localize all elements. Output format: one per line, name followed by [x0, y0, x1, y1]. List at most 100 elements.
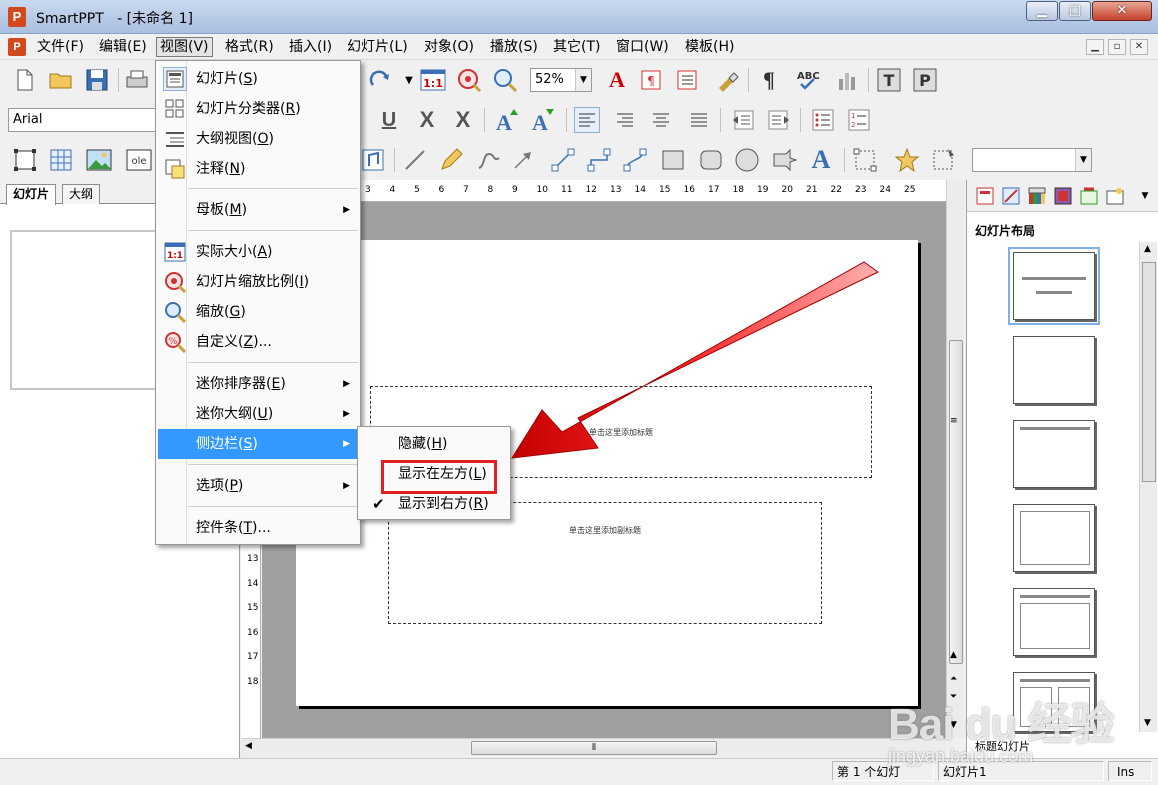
chevron-left-icon[interactable]: ◀ — [245, 741, 252, 751]
document-icon[interactable]: P — [8, 38, 26, 56]
zoom-ratio-icon[interactable] — [456, 67, 482, 93]
horizontal-scroll-thumb[interactable]: ⦀ — [471, 741, 717, 755]
menu-item-slide-sorter[interactable]: 幻灯片分类器(R) — [158, 94, 358, 124]
custom-shape-icon[interactable] — [930, 147, 956, 173]
table-icon[interactable] — [48, 147, 74, 173]
layout-blank[interactable] — [1013, 336, 1095, 404]
menu-template[interactable]: 模板(H) — [682, 37, 737, 57]
ellipse-tool-icon[interactable] — [734, 147, 760, 173]
menu-other[interactable]: 其它(T) — [550, 37, 603, 57]
word-art-icon[interactable]: A — [808, 145, 834, 174]
align-center-icon[interactable] — [648, 107, 674, 133]
decrease-font-icon[interactable]: A — [530, 107, 556, 133]
layout-title-only[interactable] — [1013, 420, 1095, 488]
tab-slides[interactable]: 幻灯片 — [6, 184, 57, 205]
open-folder-icon[interactable] — [48, 67, 74, 93]
menu-slide[interactable]: 幻灯片(L) — [344, 37, 411, 57]
tab-outline[interactable]: 大纲 — [62, 184, 101, 204]
layout-content-only[interactable] — [1013, 504, 1095, 572]
bullet-list-icon[interactable] — [674, 67, 700, 93]
rounded-rectangle-tool-icon[interactable] — [698, 147, 724, 173]
vertical-scroll-thumb[interactable] — [949, 340, 963, 664]
background-panel-icon[interactable] — [1053, 186, 1073, 206]
menu-item-custom-zoom[interactable]: % 自定义(Z)... — [158, 327, 358, 357]
actual-size-icon[interactable]: 1:1 — [420, 67, 446, 93]
close-button[interactable]: ✕ — [1092, 1, 1152, 21]
placeholder-icon[interactable]: P — [912, 67, 938, 93]
menu-item-zoom-ratio[interactable]: 幻灯片缩放比例(I) — [158, 267, 358, 297]
font-color-icon[interactable]: A — [604, 67, 630, 93]
double-strikethrough-icon[interactable]: X — [450, 107, 476, 133]
bulleted-list-icon[interactable] — [810, 107, 836, 133]
layout-scrollbar[interactable]: ▲ ▼ — [1139, 242, 1157, 732]
menu-file[interactable]: 文件(F) — [34, 37, 87, 57]
menu-item-mini-outline[interactable]: 迷你大纲(U) ▶ — [158, 399, 358, 429]
menu-item-slide[interactable]: 幻灯片(S) — [158, 64, 358, 94]
format-painter-icon[interactable] — [714, 67, 740, 93]
group-select-icon[interactable] — [852, 147, 878, 173]
paragraph-format-icon[interactable]: ¶ — [638, 67, 664, 93]
increase-indent-icon[interactable] — [766, 107, 792, 133]
frame-icon[interactable] — [12, 147, 38, 173]
menu-item-master[interactable]: 母板(M) ▶ — [158, 195, 358, 225]
pencil-tool-icon[interactable] — [438, 147, 464, 173]
text-box-icon[interactable]: T — [876, 67, 902, 93]
menu-item-actual-size[interactable]: 1:1 实际大小(A) — [158, 237, 358, 267]
menu-view[interactable]: 视图(V) — [156, 37, 213, 57]
chevron-up-icon[interactable]: ▲ — [950, 650, 957, 660]
subtitle-placeholder[interactable]: 单击这里添加副标题 — [388, 502, 822, 624]
curve-tool-icon[interactable] — [476, 147, 502, 173]
layout-title-slide[interactable] — [1008, 247, 1100, 325]
print-icon[interactable] — [124, 67, 150, 93]
save-icon[interactable] — [84, 67, 110, 93]
menu-object[interactable]: 对象(O) — [421, 37, 477, 57]
mdi-restore-button[interactable]: ▫ — [1108, 39, 1126, 55]
new-file-icon[interactable] — [12, 67, 38, 93]
menu-item-control-bar[interactable]: 控件条(T)... — [158, 513, 358, 543]
menu-play[interactable]: 播放(S) — [487, 37, 541, 57]
menu-item-options[interactable]: 选项(P) ▶ — [158, 471, 358, 501]
strikethrough-icon[interactable]: X — [414, 107, 440, 133]
layout-panel-icon[interactable] — [975, 186, 995, 206]
align-right-icon[interactable] — [612, 107, 638, 133]
color-scheme-icon[interactable] — [1027, 186, 1047, 206]
zoom-icon[interactable] — [492, 67, 518, 93]
font-name-combo[interactable]: Arial — [8, 108, 156, 132]
transition-panel-icon[interactable] — [1079, 186, 1099, 206]
elbow-connector-icon[interactable] — [586, 147, 612, 173]
menu-item-mini-sorter[interactable]: 迷你排序器(E) ▶ — [158, 369, 358, 399]
menu-edit[interactable]: 编辑(E) — [96, 37, 150, 57]
rectangle-tool-icon[interactable] — [660, 147, 686, 173]
media-icon[interactable] — [360, 147, 386, 173]
minimize-button[interactable]: ▁ — [1026, 1, 1058, 21]
menu-window[interactable]: 窗口(W) — [613, 37, 672, 57]
redo-dropdown-icon[interactable]: ▼ — [396, 67, 422, 93]
increase-font-icon[interactable]: A — [494, 107, 520, 133]
prev-slide-icon[interactable]: ⏶ — [950, 674, 957, 684]
justify-icon[interactable] — [686, 107, 712, 133]
chevron-down-icon[interactable]: ▼ — [1135, 186, 1155, 206]
horizontal-scrollbar[interactable]: ◀ ⦀ — [241, 738, 946, 756]
design-panel-icon[interactable] — [1001, 186, 1021, 206]
chevron-up-icon[interactable]: ▲ — [1144, 244, 1151, 254]
show-formatting-icon[interactable]: ¶ — [756, 67, 782, 93]
mdi-minimize-button[interactable]: ▁ — [1086, 39, 1104, 55]
chevron-down-icon[interactable]: ▼ — [1075, 149, 1091, 171]
align-left-icon[interactable] — [574, 107, 600, 133]
curved-connector-icon[interactable] — [622, 147, 648, 173]
ole-object-icon[interactable]: ole — [126, 147, 152, 173]
menu-item-outline-view[interactable]: 大纲视图(O) — [158, 124, 358, 154]
callout-shape-icon[interactable] — [772, 147, 798, 173]
menu-item-sidebar[interactable]: 侧边栏(S) ▶ — [158, 429, 358, 459]
line-tool-icon[interactable] — [402, 147, 428, 173]
picture-icon[interactable] — [86, 147, 112, 173]
animation-panel-icon[interactable] — [1105, 186, 1125, 206]
arrow-tool-icon[interactable] — [510, 147, 536, 173]
shape-style-combo[interactable]: ▼ — [972, 148, 1092, 172]
chevron-down-icon[interactable]: ▼ — [575, 69, 591, 91]
layout-scroll-thumb[interactable] — [1142, 262, 1156, 482]
vertical-scrollbar[interactable]: ≡ ▲ ⏶ ⏷ ▼ — [946, 180, 964, 738]
decrease-indent-icon[interactable] — [730, 107, 756, 133]
star-icon[interactable] — [894, 147, 920, 173]
spell-check-icon[interactable]: ABC — [796, 67, 822, 93]
